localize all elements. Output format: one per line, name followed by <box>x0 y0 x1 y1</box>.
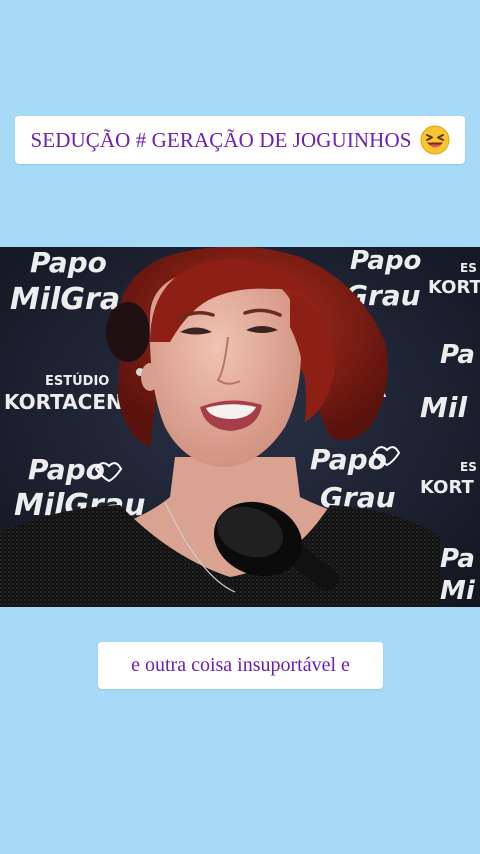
svg-text:Papo: Papo <box>310 443 387 476</box>
video-image: Papo MilGrau ESTÚDIO KORTACENA Papo MilG… <box>0 247 480 607</box>
svg-text:ES: ES <box>460 460 477 474</box>
bottom-caption: e outra coisa insuportável e <box>98 642 383 689</box>
svg-text:KORT: KORT <box>420 477 474 498</box>
top-caption: SEDUÇÃO # GERAÇÃO DE JOGUINHOS <box>15 116 465 164</box>
grinning-squinting-face-icon <box>420 125 450 155</box>
svg-text:Mi: Mi <box>440 576 476 606</box>
svg-text:Papo: Papo <box>350 247 421 276</box>
video-frame[interactable]: Papo MilGrau ESTÚDIO KORTACENA Papo MilG… <box>0 247 480 607</box>
top-caption-text: SEDUÇÃO # GERAÇÃO DE JOGUINHOS <box>30 127 412 152</box>
svg-text:Papo: Papo <box>28 453 105 486</box>
svg-text:Papo: Papo <box>30 247 107 279</box>
bottom-caption-text: e outra coisa insuportável e <box>131 654 350 676</box>
svg-text:Mil: Mil <box>420 391 467 424</box>
svg-text:Pa: Pa <box>440 340 475 370</box>
svg-text:KORT: KORT <box>428 277 480 298</box>
svg-text:Pa: Pa <box>440 544 475 574</box>
svg-text:ESTÚDIO: ESTÚDIO <box>45 373 109 389</box>
svg-text:ES: ES <box>460 261 477 275</box>
